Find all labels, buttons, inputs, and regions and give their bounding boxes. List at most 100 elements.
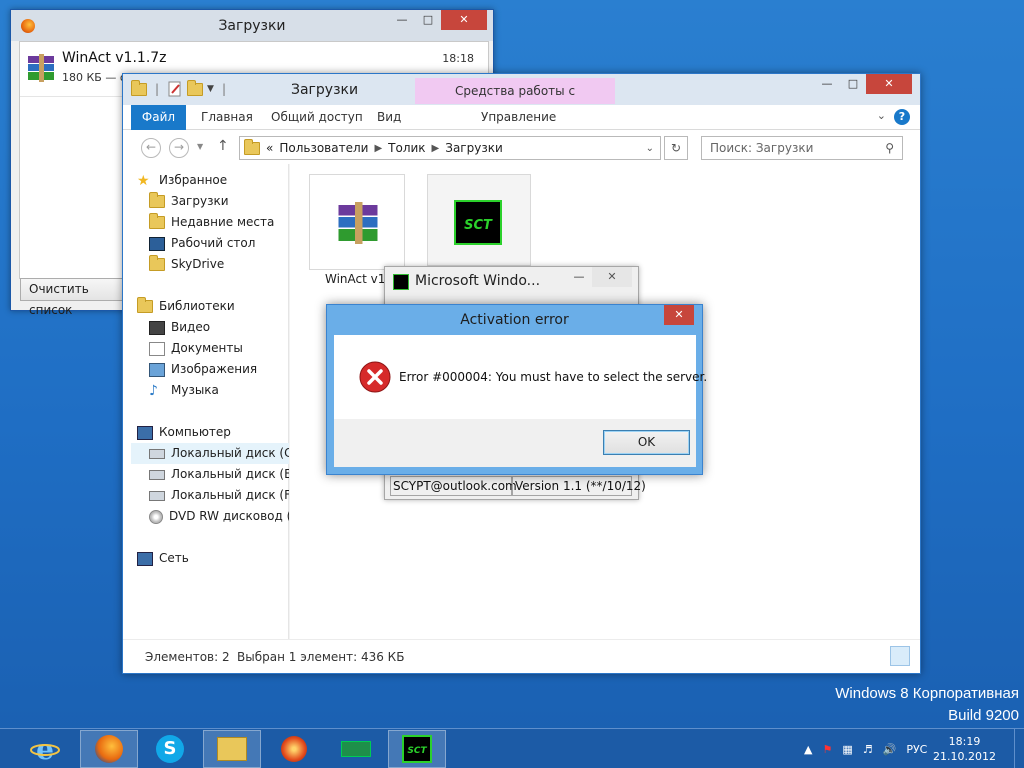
star-icon: ★ (137, 172, 150, 189)
maximize-button[interactable]: □ (415, 10, 441, 30)
network-card-icon (341, 741, 371, 757)
network-icon[interactable]: ▦ (842, 743, 852, 756)
network-icon (137, 551, 153, 566)
refresh-button[interactable]: ↻ (664, 136, 688, 160)
up-button[interactable]: ↑ (217, 138, 229, 154)
file-tile-winact[interactable] (309, 174, 405, 270)
nav-item-local-disk-c[interactable]: Локальный диск (C (131, 443, 289, 464)
skydrive-folder-icon (149, 255, 165, 271)
address-input[interactable]: « Пользователи ▶ Толик ▶ Загрузки ⌄ (239, 136, 661, 160)
libraries-icon (137, 297, 153, 313)
folder-icon[interactable] (131, 79, 147, 96)
language-indicator[interactable]: РУС (906, 743, 927, 756)
taskbar-file-explorer[interactable] (203, 730, 261, 768)
large-icons-view-icon[interactable] (890, 646, 910, 666)
breadcrumb-separator-icon[interactable]: ▶ (374, 143, 382, 154)
item-count: Элементов: 2 (145, 650, 230, 664)
nav-item-local-disk-e[interactable]: Локальный диск (E: (149, 464, 289, 485)
chevron-down-icon[interactable]: ⌄ (646, 143, 654, 154)
clock-time: 18:19 (948, 735, 981, 748)
show-desktop-button[interactable] (1014, 729, 1024, 768)
ok-button[interactable]: OK (603, 430, 690, 455)
taskbar-firefox-cleaner[interactable] (265, 730, 323, 768)
close-button[interactable]: ✕ (866, 74, 912, 94)
download-time: 18:18 (442, 52, 474, 65)
error-message: Error #000004: You must have to select t… (399, 370, 708, 384)
window-title: Загрузки (291, 82, 359, 98)
minimize-button[interactable]: — (814, 74, 840, 94)
nav-item-local-disk-f[interactable]: Локальный диск (F: (149, 485, 289, 506)
drive-icon (149, 448, 165, 459)
nav-item-skydrive[interactable]: SkyDrive (149, 254, 289, 275)
tab-share[interactable]: Общий доступ (259, 105, 375, 130)
breadcrumb-user[interactable]: Толик (388, 141, 425, 155)
search-icon[interactable]: ⚲ (885, 137, 894, 159)
back-button[interactable]: ← (141, 138, 161, 158)
nav-favorites[interactable]: ★ Избранное (137, 170, 277, 191)
nav-item-recent-places[interactable]: Недавние места (149, 212, 289, 233)
nav-libraries[interactable]: Библиотеки (137, 296, 277, 317)
action-center-flag-icon[interactable]: ⚑ (822, 743, 832, 756)
taskbar-network-card[interactable] (327, 730, 385, 768)
nav-item-music[interactable]: ♪ Музыка (149, 380, 289, 401)
tab-file[interactable]: Файл (131, 105, 186, 130)
clear-list-button[interactable]: Очистить список (20, 278, 130, 317)
help-icon[interactable]: ? (894, 109, 910, 125)
maximize-button[interactable]: □ (840, 74, 866, 94)
search-input[interactable]: Поиск: Загрузки ⚲ (701, 136, 903, 160)
title-bar[interactable]: Microsoft Windo... — ✕ (385, 267, 638, 297)
tab-home[interactable]: Главная (189, 105, 265, 130)
recent-locations-chevron-icon[interactable]: ▼ (197, 142, 203, 151)
minimize-button[interactable]: — (389, 10, 415, 30)
close-button[interactable]: ✕ (441, 10, 487, 30)
chevron-down-icon[interactable]: ▼ (207, 84, 214, 94)
contact-email: SCYPT@outlook.com (390, 476, 517, 496)
clock[interactable]: 18:19 21.10.2012 (933, 734, 996, 764)
taskbar-firefox[interactable] (80, 730, 138, 768)
nav-item-video[interactable]: Видео (149, 317, 289, 338)
chevron-up-icon[interactable]: ▲ (804, 743, 812, 756)
nav-item-desktop[interactable]: Рабочий стол (149, 233, 289, 254)
internet-explorer-icon: e (30, 734, 60, 764)
computer-icon (137, 425, 153, 440)
new-folder-icon[interactable] (187, 79, 204, 96)
title-bar[interactable]: | ▼ | Загрузки Средства работы с приложе… (123, 74, 920, 124)
close-button[interactable]: ✕ (664, 305, 694, 325)
details-view-icon[interactable] (866, 646, 886, 666)
breadcrumb-downloads[interactable]: Загрузки (445, 141, 503, 155)
chevron-down-icon[interactable]: ⌄ (877, 109, 886, 122)
nav-network[interactable]: Сеть (137, 548, 277, 569)
taskbar-sct-activator[interactable]: SCT (388, 730, 446, 768)
sound-icon[interactable]: 🔊 (883, 743, 897, 756)
forward-button[interactable]: → (169, 138, 189, 158)
nav-computer[interactable]: Компьютер (137, 422, 277, 443)
downloads-folder-icon (149, 192, 165, 208)
windows-build-label: Build 9200 (948, 707, 1019, 724)
window-title: Microsoft Windo... (415, 273, 541, 289)
tab-manage[interactable]: Управление (469, 105, 568, 130)
volume-icon[interactable]: ♬ (863, 743, 873, 756)
pictures-icon (149, 362, 165, 377)
close-button[interactable]: ✕ (592, 267, 632, 287)
file-tile-sct[interactable]: SCT (427, 174, 531, 266)
minimize-button[interactable]: — (566, 267, 592, 287)
nav-item-pictures[interactable]: Изображения (149, 359, 289, 380)
sct-app-icon (393, 274, 409, 290)
properties-icon[interactable] (167, 81, 183, 97)
nav-item-dvd-drive[interactable]: DVD RW дисковод ( (149, 506, 289, 527)
drive-icon (149, 469, 165, 480)
breadcrumb-separator-icon[interactable]: ▶ (432, 143, 440, 154)
nav-item-documents[interactable]: Документы (149, 338, 289, 359)
tab-view[interactable]: Вид (365, 105, 413, 130)
flame-icon (281, 736, 307, 762)
sct-app-icon: SCT (402, 735, 432, 763)
nav-item-downloads[interactable]: Загрузки (149, 191, 289, 212)
taskbar-skype[interactable]: S (141, 730, 199, 768)
dialog-title: Activation error (460, 312, 569, 328)
taskbar-internet-explorer[interactable]: e (16, 730, 74, 768)
title-bar[interactable]: Загрузки — □ ✕ (11, 10, 493, 41)
context-tab-app-tools: Средства работы с приложениями (415, 78, 615, 124)
svg-text:SCT: SCT (464, 218, 493, 233)
breadcrumb-users[interactable]: Пользователи (279, 141, 368, 155)
firefox-icon (95, 735, 123, 763)
